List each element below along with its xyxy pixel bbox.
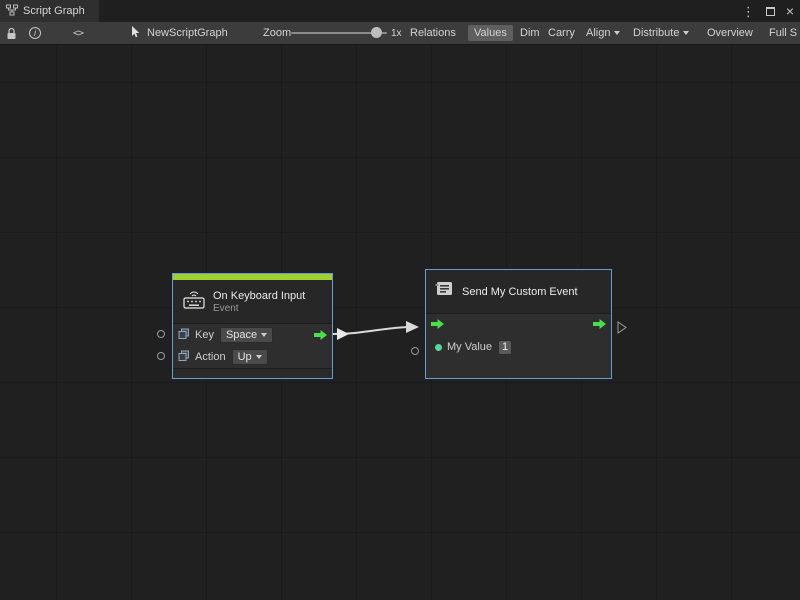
- trigger-output-arrow[interactable]: [313, 329, 328, 344]
- keyboard-icon: [182, 289, 206, 314]
- graph-name-label: NewScriptGraph: [147, 27, 228, 39]
- close-icon[interactable]: ×: [786, 4, 794, 18]
- key-label: Key: [195, 329, 214, 341]
- node-footer: [173, 368, 332, 378]
- script-graph-window: { "window": { "tab_title": "Script Graph…: [0, 0, 800, 600]
- action-port-handle[interactable]: [157, 352, 165, 360]
- align-dropdown[interactable]: Align: [586, 22, 620, 44]
- action-dropdown[interactable]: Up: [232, 349, 268, 365]
- carry-button[interactable]: Carry: [548, 22, 575, 44]
- tab-script-graph[interactable]: Script Graph: [0, 0, 99, 22]
- node-title: On Keyboard Input: [213, 290, 305, 302]
- graph-toolbar: i <> NewScriptGraph Zoom 1x Relations Va…: [0, 22, 800, 45]
- chevron-down-icon: [256, 355, 262, 359]
- key-dropdown[interactable]: Space: [220, 327, 273, 343]
- graph-canvas[interactable]: On Keyboard Input Event Key Space: [0, 45, 800, 600]
- my-value-port-row: My Value 1: [426, 336, 611, 358]
- pointer-icon: [131, 26, 141, 41]
- relations-button[interactable]: Relations: [410, 22, 456, 44]
- info-icon[interactable]: i: [29, 22, 41, 44]
- action-label: Action: [195, 351, 226, 363]
- script-graph-icon: [6, 4, 18, 19]
- kebab-menu-icon[interactable]: ⋮: [742, 5, 755, 18]
- chevron-down-icon: [614, 31, 620, 35]
- trigger-output-arrow[interactable]: [592, 318, 607, 333]
- my-value-label: My Value: [447, 341, 492, 353]
- title-bar: Script Graph ⋮ ×: [0, 0, 800, 22]
- zoom-label: Zoom: [263, 22, 291, 44]
- my-value-port-handle[interactable]: [411, 347, 419, 355]
- dim-button[interactable]: Dim: [520, 22, 540, 44]
- chevron-down-icon: [261, 333, 267, 337]
- zoom-slider-handle[interactable]: [371, 27, 382, 38]
- node-header: Send My Custom Event: [426, 270, 611, 314]
- values-button[interactable]: Values: [468, 22, 513, 44]
- key-port-row: Key Space: [173, 324, 332, 346]
- tab-title: Script Graph: [23, 5, 85, 17]
- node-on-keyboard-input[interactable]: On Keyboard Input Event Key Space: [172, 273, 333, 379]
- node-subtitle: Event: [213, 303, 305, 314]
- distribute-dropdown[interactable]: Distribute: [633, 22, 689, 44]
- node-header: On Keyboard Input Event: [173, 280, 332, 324]
- chevron-down-icon: [683, 31, 689, 35]
- flow-out-handle[interactable]: [617, 321, 627, 334]
- graph-name-item[interactable]: NewScriptGraph: [131, 22, 228, 44]
- value-port-dot[interactable]: [435, 344, 442, 351]
- zoom-slider[interactable]: [291, 22, 387, 44]
- variable-icon: [178, 328, 190, 343]
- trigger-input-arrow[interactable]: [430, 318, 445, 333]
- flow-port-row: [426, 314, 611, 336]
- fullscreen-button[interactable]: Full S: [769, 22, 797, 44]
- overview-button[interactable]: Overview: [707, 22, 753, 44]
- window-controls: ⋮ ×: [742, 0, 794, 22]
- lock-icon[interactable]: [6, 22, 17, 44]
- key-port-handle[interactable]: [157, 330, 165, 338]
- custom-event-icon: [435, 280, 455, 303]
- zoom-value: 1x: [391, 22, 402, 44]
- node-title: Send My Custom Event: [462, 286, 578, 298]
- connection-wire: [0, 45, 800, 600]
- maximize-icon[interactable]: [766, 7, 775, 16]
- code-icon[interactable]: <>: [73, 22, 83, 44]
- action-port-row: Action Up: [173, 346, 332, 368]
- my-value-input[interactable]: 1: [498, 340, 512, 355]
- variable-icon: [178, 350, 190, 365]
- node-send-my-custom-event[interactable]: Send My Custom Event My Value 1: [425, 269, 612, 379]
